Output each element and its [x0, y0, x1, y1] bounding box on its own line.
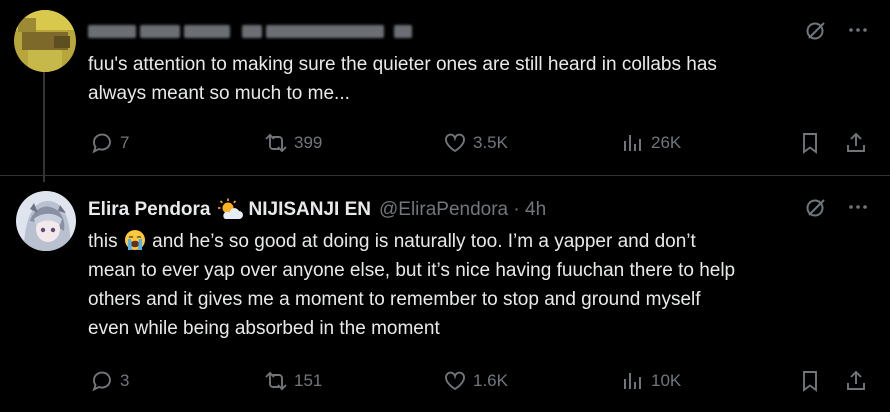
heart-icon	[445, 133, 465, 153]
blurred-handle	[266, 24, 384, 38]
blurred-author-name	[140, 24, 180, 38]
tweet-text-line: this and he’s so good at doing is natura…	[88, 227, 860, 256]
bookmark-icon	[803, 371, 817, 392]
author-handle[interactable]: @EliraPendora · 4h	[379, 199, 546, 221]
loudly-crying-face-icon	[124, 230, 145, 250]
thread-connector	[43, 72, 45, 182]
tweet-header	[88, 18, 416, 44]
tweet-text-span: and he’s so good at doing is naturally t…	[152, 231, 696, 252]
share-button[interactable]	[844, 366, 874, 396]
share-button[interactable]	[844, 128, 874, 158]
views-icon	[624, 135, 641, 151]
tweet-text-line: even while being absorbed in the moment	[88, 318, 440, 339]
bookmark-icon	[803, 133, 817, 154]
blurred-author-name	[88, 24, 136, 38]
avatar[interactable]	[14, 10, 76, 72]
share-icon	[847, 370, 865, 390]
blurred-time	[394, 24, 412, 38]
views-count: 10K	[651, 371, 682, 390]
tweet-text-line: others and it gives me a moment to remem…	[88, 289, 701, 310]
repost-button[interactable]: 151	[264, 366, 322, 396]
views-button[interactable]: 10K	[621, 366, 681, 396]
bookmark-button[interactable]	[798, 128, 828, 158]
reply-button[interactable]: 7	[90, 128, 129, 158]
reply-button[interactable]: 3	[90, 366, 129, 396]
action-bar: 7 399 3.5K 26K	[88, 128, 878, 158]
views-button[interactable]: 26K	[621, 128, 681, 158]
views-count: 26K	[651, 133, 682, 152]
reply-icon	[92, 371, 111, 392]
blurred-handle	[242, 24, 262, 38]
grok-icon[interactable]	[804, 195, 828, 219]
tweet-2[interactable]: Elira Pendora NIJISANJI EN @EliraPendora…	[0, 175, 890, 412]
tweet-text: this and he’s so good at doing is natura…	[88, 227, 860, 343]
like-button[interactable]: 3.5K	[443, 128, 508, 158]
like-count: 3.5K	[473, 133, 508, 152]
avatar[interactable]	[16, 191, 76, 251]
tweet-text-span: this	[88, 231, 118, 252]
author-org: NIJISANJI EN	[248, 199, 371, 220]
like-button[interactable]: 1.6K	[443, 366, 508, 396]
tweet-text: fuu's attention to making sure the quiet…	[88, 50, 860, 108]
tweet-text-line: mean to ever yap over anyone else, but i…	[88, 260, 736, 281]
more-icon[interactable]	[846, 18, 870, 42]
tweet-header: Elira Pendora NIJISANJI EN @EliraPendora…	[88, 197, 546, 223]
repost-icon	[265, 133, 287, 153]
bookmark-button[interactable]	[798, 366, 828, 396]
grok-icon[interactable]	[804, 18, 828, 42]
share-icon	[847, 132, 865, 152]
repost-button[interactable]: 399	[264, 128, 322, 158]
tweet-text-line: always meant so much to me...	[88, 83, 350, 104]
like-count: 1.6K	[473, 371, 508, 390]
views-icon	[624, 373, 641, 389]
tweet-text-line: fuu's attention to making sure the quiet…	[88, 54, 717, 75]
tweet-1[interactable]: fuu's attention to making sure the quiet…	[0, 0, 890, 175]
more-icon[interactable]	[846, 195, 870, 219]
repost-count: 399	[294, 133, 323, 152]
sun-behind-cloud-icon	[217, 198, 243, 219]
action-bar: 3 151 1.6K 10K	[88, 366, 878, 396]
heart-icon	[445, 371, 465, 391]
repost-icon	[265, 371, 287, 391]
blurred-author-name	[184, 24, 230, 38]
reply-count: 7	[120, 133, 130, 152]
reply-icon	[92, 133, 111, 154]
repost-count: 151	[294, 371, 323, 390]
reply-count: 3	[120, 371, 130, 390]
author-name[interactable]: Elira Pendora	[88, 199, 211, 221]
